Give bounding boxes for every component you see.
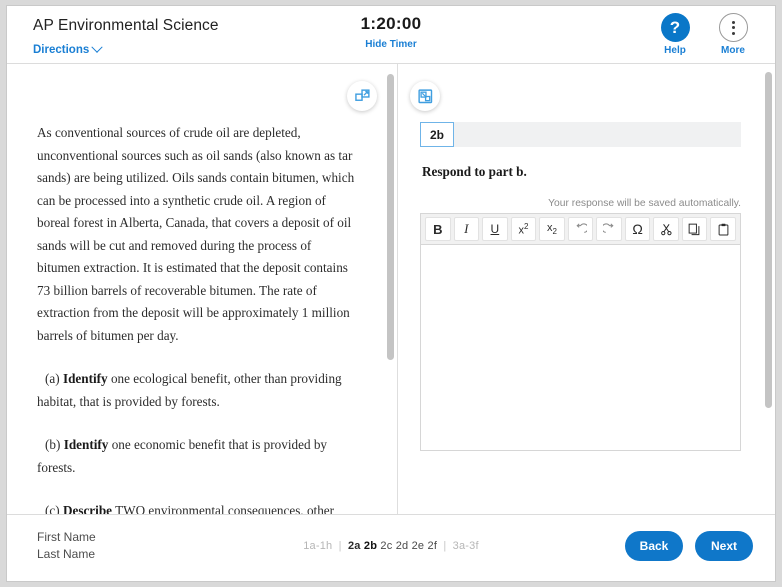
more-button[interactable]: More (711, 13, 755, 56)
question-mark-icon: ? (660, 13, 690, 42)
hide-timer-button[interactable]: Hide Timer (365, 39, 417, 50)
expand-panel-icon (354, 88, 370, 101)
stimulus-text: As conventional sources of crude oil are… (7, 64, 385, 514)
part-a-verb: Identify (62, 371, 108, 386)
redo-button[interactable] (596, 217, 622, 241)
special-character-button[interactable]: Ω (624, 217, 651, 241)
part-c-verb: Describe (62, 503, 113, 514)
undo-icon (576, 222, 587, 233)
stimulus-scroll-area: As conventional sources of crude oil are… (7, 64, 385, 514)
question-tab-bar: 2b (420, 122, 741, 147)
clipboard-paste-icon (718, 223, 729, 236)
bold-button[interactable]: B (425, 217, 451, 241)
expand-response-button[interactable] (410, 81, 440, 111)
superscript-button[interactable]: x2 (510, 217, 537, 241)
rich-text-editor: B I U x2 x2 Ω (420, 213, 741, 451)
qnav-item-3a-3f[interactable]: 3a-3f (453, 540, 479, 552)
directions-label: Directions (33, 44, 90, 56)
response-inner: 2b Respond to part b. Your response will… (398, 64, 763, 451)
qnav-item-2e[interactable]: 2e (412, 540, 425, 552)
paste-button[interactable] (710, 217, 737, 241)
undo-button[interactable] (567, 217, 594, 241)
question-part-c: (c) Describe TWO environmental consequen… (37, 500, 355, 514)
vertical-dots-icon (718, 13, 748, 42)
copy-icon (688, 223, 700, 235)
italic-button[interactable]: I (453, 217, 480, 241)
qnav-separator-2: | (443, 540, 447, 552)
scissors-icon (660, 223, 672, 235)
part-b-marker: (b) (45, 437, 61, 452)
qnav-item-2b[interactable]: 2b (364, 540, 377, 552)
response-textarea[interactable] (421, 245, 740, 450)
help-label: Help (664, 45, 686, 56)
question-part-b: (b) Identify one economic benefit that i… (37, 434, 355, 479)
exam-app-window: AP Environmental Science Directions 1:20… (6, 5, 776, 582)
expand-stimulus-button[interactable] (347, 81, 377, 111)
chevron-down-icon (91, 41, 103, 53)
response-panel: 2b Respond to part b. Your response will… (398, 64, 775, 514)
response-scroll-area: 2b Respond to part b. Your response will… (398, 64, 763, 514)
qnav-item-2f[interactable]: 2f (428, 540, 438, 552)
qnav-item-1a-1h[interactable]: 1a-1h (303, 540, 332, 552)
collapse-panel-icon (417, 88, 432, 103)
autosave-notice: Your response will be saved automaticall… (548, 198, 741, 209)
copy-button[interactable] (681, 217, 708, 241)
response-scrollbar[interactable] (765, 64, 772, 514)
header-actions: ? Help More (653, 13, 755, 56)
qnav-item-2c[interactable]: 2c (380, 540, 392, 552)
qnav-separator-1: | (338, 540, 342, 552)
editor-toolbar: B I U x2 x2 Ω (421, 214, 740, 245)
qnav-item-2a[interactable]: 2a (348, 540, 361, 552)
stimulus-scrollbar-thumb[interactable] (387, 74, 394, 360)
redo-icon (602, 222, 614, 233)
part-a-marker: (a) (45, 371, 60, 386)
next-button[interactable]: Next (695, 531, 753, 561)
back-button[interactable]: Back (625, 531, 683, 561)
stimulus-panel: As conventional sources of crude oil are… (7, 64, 397, 514)
underline-button[interactable]: U (482, 217, 508, 241)
respond-prompt: Respond to part b. (422, 164, 527, 179)
cut-button[interactable] (653, 217, 679, 241)
subscript-button[interactable]: x2 (539, 217, 565, 241)
response-scrollbar-thumb[interactable] (765, 72, 772, 408)
question-part-a: (a) Identify one ecological benefit, oth… (37, 368, 355, 413)
stimulus-paragraph: As conventional sources of crude oil are… (37, 125, 355, 343)
part-b-verb: Identify (63, 437, 109, 452)
help-button[interactable]: ? Help (653, 13, 697, 56)
more-label: More (721, 45, 745, 56)
directions-dropdown[interactable]: Directions (33, 41, 103, 56)
stimulus-scrollbar[interactable] (387, 64, 394, 514)
question-tab-2b[interactable]: 2b (420, 122, 455, 147)
exam-footer: First Name Last Name 1a-1h | 2a 2b 2c 2d… (7, 515, 775, 581)
page-title: AP Environmental Science (33, 17, 219, 34)
qnav-item-2d[interactable]: 2d (396, 540, 409, 552)
footer-navigation-buttons: Back Next (625, 531, 753, 561)
exam-header: AP Environmental Science Directions 1:20… (7, 6, 775, 64)
content-split: As conventional sources of crude oil are… (7, 64, 775, 515)
part-c-marker: (c) (45, 503, 60, 514)
